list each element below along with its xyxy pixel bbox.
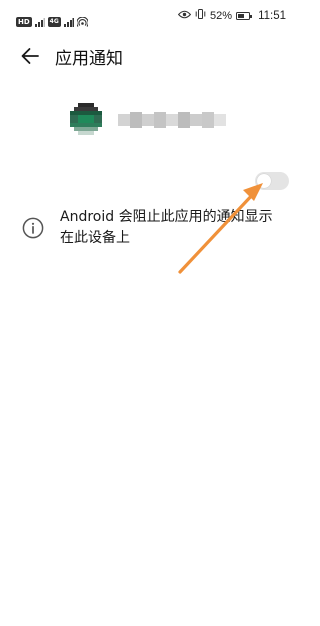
status-bar-left: HD 4G — [16, 12, 89, 31]
toggle-knob — [257, 174, 271, 188]
app-bar: 应用通知 — [0, 36, 300, 76]
vibrate-icon — [195, 9, 206, 22]
page-title: 应用通知 — [55, 49, 123, 69]
eye-icon — [177, 10, 192, 22]
notifications-toggle[interactable] — [255, 172, 289, 190]
battery-icon — [236, 11, 253, 20]
hd-badge: HD — [16, 16, 32, 27]
app-name — [118, 112, 226, 128]
status-bar: HD 4G 52% 11:51 — [0, 0, 300, 36]
back-arrow-icon — [21, 48, 39, 64]
annotation-arrow-icon — [178, 183, 263, 274]
app-icon — [70, 103, 102, 135]
hd-badge-2: 4G — [47, 16, 61, 27]
signal-icon — [34, 12, 45, 31]
status-time: 11:51 — [258, 9, 286, 22]
battery-percent: 52% — [210, 9, 233, 22]
notification-blocked-message: Android 会阻止此应用的通知显示在此设备上 — [60, 209, 273, 246]
info-icon — [22, 217, 44, 239]
signal-icon-2 — [63, 12, 74, 31]
hotspot-icon — [75, 12, 89, 31]
status-bar-right: 52% 11:51 — [177, 9, 286, 22]
back-button[interactable] — [16, 42, 44, 70]
